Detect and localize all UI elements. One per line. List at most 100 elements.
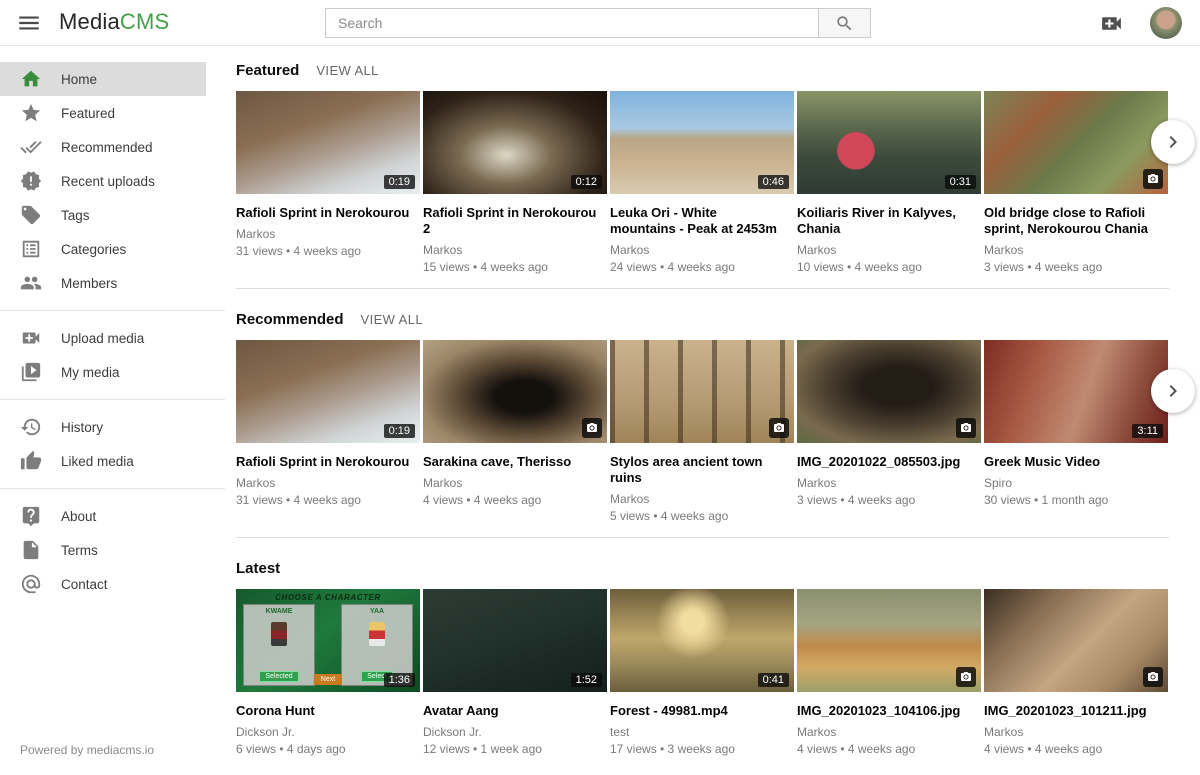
media-thumbnail[interactable] bbox=[984, 91, 1168, 194]
media-title[interactable]: Koiliaris River in Kalyves, Chania bbox=[797, 205, 981, 237]
media-title[interactable]: Corona Hunt bbox=[236, 703, 420, 719]
media-author[interactable]: Markos bbox=[984, 243, 1168, 257]
media-author[interactable]: Markos bbox=[797, 476, 981, 490]
sidebar-item-label: About bbox=[61, 509, 96, 524]
sidebar-item-home[interactable]: Home bbox=[0, 62, 206, 96]
media-thumbnail[interactable]: 3:11 bbox=[984, 340, 1168, 443]
next-page-button[interactable] bbox=[1151, 369, 1195, 413]
media-title[interactable]: Sarakina cave, Therisso bbox=[423, 454, 607, 470]
media-card[interactable]: 3:11Greek Music VideoSpiro30 views • 1 m… bbox=[984, 340, 1168, 507]
media-author[interactable]: Markos bbox=[423, 476, 607, 490]
duration-badge: 1:36 bbox=[384, 673, 415, 687]
media-card[interactable]: 0:31 Koiliaris River in Kalyves, Chania Ma… bbox=[797, 91, 981, 274]
sidebar-item-label: Upload media bbox=[61, 331, 144, 346]
media-thumbnail[interactable]: 0:41 bbox=[610, 589, 794, 692]
media-meta: 6 views • 4 days ago bbox=[236, 742, 420, 756]
media-thumbnail[interactable] bbox=[797, 589, 981, 692]
media-author[interactable]: Spiro bbox=[984, 476, 1168, 490]
media-thumbnail[interactable]: CHOOSE A CHARACTERKWAMESelectedYAASelect… bbox=[236, 589, 420, 692]
section-header: RecommendedVIEW ALL bbox=[236, 311, 1200, 328]
media-card[interactable]: 0:12 Rafioli Sprint in Nerokourou 2 Markos… bbox=[423, 91, 607, 274]
media-card[interactable]: Sarakina cave, Therisso Markos 4 views • 4… bbox=[423, 340, 607, 507]
media-thumbnail[interactable] bbox=[610, 340, 794, 443]
upload-video-icon[interactable] bbox=[1099, 11, 1124, 36]
history-icon bbox=[20, 416, 42, 438]
media-title[interactable]: Rafioli Sprint in Nerokourou bbox=[236, 454, 420, 470]
media-card[interactable]: Stylos area ancient town ruinsMarkos5 vi… bbox=[610, 340, 794, 523]
media-author[interactable]: Dickson Jr. bbox=[236, 725, 420, 739]
sidebar-item-contact[interactable]: Contact bbox=[0, 567, 206, 601]
mediacms-logo[interactable]: MediaCMS bbox=[59, 9, 169, 35]
sidebar-item-recent-uploads[interactable]: Recent uploads bbox=[0, 164, 206, 198]
media-title[interactable]: Old bridge close to Rafioli sprint, Nero… bbox=[984, 205, 1168, 237]
sidebar-item-featured[interactable]: Featured bbox=[0, 96, 206, 130]
sidebar-item-recommended[interactable]: Recommended bbox=[0, 130, 206, 164]
media-card[interactable]: 1:52Avatar AangDickson Jr.12 views • 1 w… bbox=[423, 589, 607, 756]
media-card[interactable]: CHOOSE A CHARACTERKWAMESelectedYAASelect… bbox=[236, 589, 420, 756]
media-author[interactable]: Markos bbox=[610, 243, 794, 257]
sidebar-item-label: Contact bbox=[61, 577, 108, 592]
media-author[interactable]: Markos bbox=[984, 725, 1168, 739]
media-thumbnail[interactable]: 0:31 bbox=[797, 91, 981, 194]
sidebar-item-my-media[interactable]: My media bbox=[0, 355, 206, 389]
media-meta: 4 views • 4 weeks ago bbox=[423, 493, 607, 507]
media-title[interactable]: Greek Music Video bbox=[984, 454, 1168, 470]
media-card[interactable]: 0:19Rafioli Sprint in NerokourouMarkos31… bbox=[236, 91, 420, 258]
sidebar-item-tags[interactable]: Tags bbox=[0, 198, 206, 232]
media-card[interactable]: IMG_20201023_104106.jpg Markos 4 views • 4… bbox=[797, 589, 981, 756]
media-card[interactable]: 0:41Forest - 49981.mp4test17 views • 3 w… bbox=[610, 589, 794, 756]
media-title[interactable]: Forest - 49981.mp4 bbox=[610, 703, 794, 719]
media-card[interactable]: 0:19Rafioli Sprint in NerokourouMarkos31… bbox=[236, 340, 420, 507]
sidebar-item-terms[interactable]: Terms bbox=[0, 533, 206, 567]
media-thumbnail[interactable]: 0:19 bbox=[236, 91, 420, 194]
media-author[interactable]: Markos bbox=[797, 725, 981, 739]
media-title[interactable]: Rafioli Sprint in Nerokourou bbox=[236, 205, 420, 221]
media-card[interactable]: 0:46 Leuka Ori - White mountains - Peak a… bbox=[610, 91, 794, 274]
sidebar-item-upload-media[interactable]: Upload media bbox=[0, 321, 206, 355]
sidebar-item-liked-media[interactable]: Liked media bbox=[0, 444, 206, 478]
media-author[interactable]: Markos bbox=[610, 492, 794, 506]
media-meta: 4 views • 4 weeks ago bbox=[797, 742, 981, 756]
media-author[interactable]: Markos bbox=[423, 243, 607, 257]
sidebar-item-members[interactable]: Members bbox=[0, 266, 206, 300]
media-card[interactable]: Old bridge close to Rafioli sprint, Nero… bbox=[984, 91, 1168, 274]
star-icon bbox=[20, 102, 42, 124]
media-thumbnail[interactable] bbox=[797, 340, 981, 443]
media-title[interactable]: Leuka Ori - White mountains - Peak at 24… bbox=[610, 205, 794, 237]
media-author[interactable]: Markos bbox=[797, 243, 981, 257]
top-header: MediaCMS bbox=[0, 0, 1200, 46]
media-thumbnail[interactable]: 0:19 bbox=[236, 340, 420, 443]
camera-icon bbox=[582, 418, 602, 438]
media-thumbnail[interactable]: 0:46 bbox=[610, 91, 794, 194]
media-thumbnail[interactable] bbox=[423, 340, 607, 443]
menu-icon[interactable] bbox=[16, 10, 42, 36]
media-thumbnail[interactable] bbox=[984, 589, 1168, 692]
search-button[interactable] bbox=[818, 8, 871, 38]
view-all-link[interactable]: VIEW ALL bbox=[316, 63, 378, 78]
media-card[interactable]: IMG_20201023_101211.jpgMarkos4 views • 4… bbox=[984, 589, 1168, 756]
view-all-link[interactable]: VIEW ALL bbox=[361, 312, 423, 327]
sidebar-item-categories[interactable]: Categories bbox=[0, 232, 206, 266]
media-author[interactable]: Markos bbox=[236, 227, 420, 241]
media-title[interactable]: Avatar Aang bbox=[423, 703, 607, 719]
sidebar-item-about[interactable]: About bbox=[0, 499, 206, 533]
duration-badge: 0:31 bbox=[945, 175, 976, 189]
media-thumbnail[interactable]: 0:12 bbox=[423, 91, 607, 194]
media-title[interactable]: Stylos area ancient town ruins bbox=[610, 454, 794, 486]
sidebar-item-label: Recommended bbox=[61, 140, 153, 155]
search-input[interactable] bbox=[325, 8, 819, 38]
section-recommended: RecommendedVIEW ALL 0:19 Rafioli Sprint in… bbox=[236, 311, 1200, 538]
media-thumbnail[interactable]: 1:52 bbox=[423, 589, 607, 692]
user-avatar[interactable] bbox=[1150, 7, 1182, 39]
media-title[interactable]: IMG_20201023_101211.jpg bbox=[984, 703, 1168, 719]
media-card[interactable]: IMG_20201022_085503.jpgMarkos3 views • 4… bbox=[797, 340, 981, 507]
media-author[interactable]: Markos bbox=[236, 476, 420, 490]
next-page-button[interactable] bbox=[1151, 120, 1195, 164]
media-title[interactable]: Rafioli Sprint in Nerokourou 2 bbox=[423, 205, 607, 237]
section-title: Featured bbox=[236, 62, 299, 79]
media-title[interactable]: IMG_20201023_104106.jpg bbox=[797, 703, 981, 719]
media-title[interactable]: IMG_20201022_085503.jpg bbox=[797, 454, 981, 470]
media-author[interactable]: test bbox=[610, 725, 794, 739]
media-author[interactable]: Dickson Jr. bbox=[423, 725, 607, 739]
sidebar-item-history[interactable]: History bbox=[0, 410, 206, 444]
